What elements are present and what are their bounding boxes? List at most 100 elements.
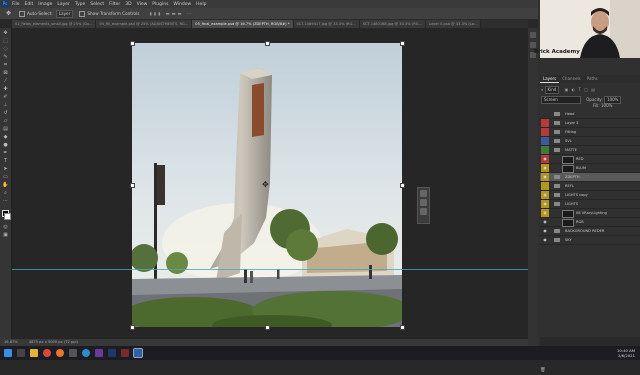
eye-hidden-icon[interactable] — [541, 182, 549, 190]
eye-icon[interactable]: ◉ — [541, 236, 549, 244]
history-brush-icon[interactable]: ↺ — [2, 110, 9, 116]
menu-edit[interactable]: Edit — [25, 2, 34, 7]
eye-icon[interactable]: ◉ — [541, 227, 549, 235]
transform-handle-br[interactable] — [400, 325, 405, 330]
pen-tool-icon[interactable]: ✒ — [2, 150, 9, 156]
layer-row[interactable]: ◉ LIGHTS — [540, 200, 640, 209]
layer-row[interactable]: MATTE — [540, 146, 640, 155]
layer-row[interactable]: ◉ RGB — [540, 218, 640, 227]
menu-layer[interactable]: Layer — [57, 2, 70, 7]
layer-row[interactable]: Fitting — [540, 128, 640, 137]
tab-paths[interactable]: Paths — [584, 75, 601, 83]
menu-3d[interactable]: 3D — [125, 2, 131, 7]
document-tab[interactable]: 05_final_example.psd @ 16.7% (ZDEPTH, RG… — [192, 20, 294, 28]
transform-handle-tm[interactable] — [265, 41, 270, 46]
menu-plugins[interactable]: Plugins — [152, 2, 168, 7]
properties-icon[interactable] — [530, 42, 536, 48]
transform-handle-bl[interactable] — [130, 325, 135, 330]
move-tool-icon[interactable]: ✥ — [2, 30, 9, 36]
shape-tool-icon[interactable]: ▭ — [2, 174, 9, 180]
menu-file[interactable]: File — [12, 2, 20, 7]
auto-select-checkbox[interactable] — [19, 10, 26, 17]
layer-row[interactable]: ◉ 08 VRaryLighting — [540, 209, 640, 218]
layer-filter-dropdown[interactable]: Kind — [544, 86, 560, 94]
menu-select[interactable]: Select — [90, 2, 104, 7]
history-icon[interactable] — [530, 32, 536, 38]
eyedropper-tool-icon[interactable]: ⁄ — [2, 78, 9, 84]
path-select-tool-icon[interactable]: ➤ — [2, 166, 9, 172]
eraser-tool-icon[interactable]: ▱ — [2, 118, 9, 124]
transform-controls-checkbox[interactable] — [79, 10, 86, 17]
marquee-tool-icon[interactable]: ⬚ — [2, 38, 9, 44]
eye-icon[interactable]: ◉ — [541, 218, 549, 226]
file-explorer-icon[interactable] — [30, 349, 38, 357]
photoshop-active-icon[interactable] — [133, 348, 143, 358]
layer-row[interactable]: ◉ SKY — [540, 236, 640, 245]
menu-help[interactable]: Help — [196, 2, 206, 7]
crop-tool-icon[interactable]: ⌗ — [2, 62, 9, 68]
move-tool-icon[interactable]: ✥ — [6, 10, 11, 17]
menu-filter[interactable]: Filter — [109, 2, 120, 7]
eye-hidden-icon[interactable] — [541, 146, 549, 154]
document-tab[interactable]: Layer 0.psb @ 33.3% (La... — [425, 20, 482, 28]
screen-mode-icon[interactable]: ▣ — [2, 232, 9, 238]
background-color-swatch[interactable] — [4, 213, 11, 220]
eye-hidden-icon[interactable] — [541, 128, 549, 136]
layer-row[interactable]: REFL — [540, 182, 640, 191]
quick-mask-icon[interactable]: ◎ — [2, 224, 9, 230]
layer-row[interactable]: ◉ LIGHTS copy — [540, 191, 640, 200]
layer-row[interactable]: ◉ BLUM — [540, 164, 640, 173]
tab-layers[interactable]: Layers — [540, 75, 560, 83]
photoshop-taskbar-icon[interactable] — [108, 349, 116, 357]
system-clock[interactable]: 10:40 AM 2/6/2021 — [617, 348, 635, 358]
frame-tool-icon[interactable]: ⊠ — [2, 70, 9, 76]
eye-icon[interactable]: ◉ — [541, 164, 549, 172]
panel-icon-2[interactable] — [420, 199, 427, 206]
eye-icon[interactable]: ◉ — [541, 173, 549, 181]
app-icon-2[interactable] — [95, 349, 103, 357]
panel-icon-1[interactable] — [420, 190, 427, 197]
menu-view[interactable]: View — [137, 2, 148, 7]
menu-image[interactable]: Image — [38, 2, 52, 7]
transform-handle-tr[interactable] — [400, 41, 405, 46]
auto-select-dropdown[interactable]: Layer — [55, 9, 74, 18]
align-icons[interactable]: ▮▮▮ ▬▬▬ ⋯ — [149, 11, 193, 16]
hand-tool-icon[interactable]: ✋ — [2, 182, 9, 188]
transform-handle-ml[interactable] — [130, 183, 135, 188]
transform-handle-bm[interactable] — [265, 325, 270, 330]
eye-icon[interactable]: ◉ — [541, 191, 549, 199]
layer-row[interactable]: ◉ BACKGROUND REDER — [540, 227, 640, 236]
filter-icons[interactable]: ▣ ◐ T ▢ ▤ — [565, 87, 596, 92]
eye-icon[interactable]: ◉ — [541, 209, 549, 217]
eye-icon[interactable]: ◉ — [541, 155, 549, 163]
chrome-icon[interactable] — [43, 349, 51, 357]
document-tab[interactable]: SCT-1480168.jpg @ 33.3% (RG... — [359, 20, 426, 28]
zoom-level[interactable]: 16.67% — [4, 340, 18, 344]
app-icon[interactable] — [69, 349, 77, 357]
layer-row[interactable]: ◉ ZDEPTH — [540, 173, 640, 182]
menu-type[interactable]: Type — [75, 2, 85, 7]
windows-start-icon[interactable] — [4, 349, 12, 357]
quick-select-tool-icon[interactable]: ✎ — [2, 54, 9, 60]
brush-tool-icon[interactable]: ✐ — [2, 94, 9, 100]
layer-row[interactable]: Head — [540, 110, 640, 119]
document-tab[interactable]: 04_fill_example.psd @ 25% (ADJUSTMENTS, … — [96, 20, 193, 28]
layer-row[interactable]: ◉ RED — [540, 155, 640, 164]
horizontal-guide[interactable] — [12, 269, 528, 270]
zoom-tool-icon[interactable]: ⌕ — [2, 190, 9, 196]
edge-icon[interactable] — [82, 349, 90, 357]
tab-channels[interactable]: Channels — [559, 75, 584, 83]
stamp-tool-icon[interactable]: ⊥ — [2, 102, 9, 108]
eye-icon[interactable]: ◉ — [541, 200, 549, 208]
eye-hidden-icon[interactable] — [541, 137, 549, 145]
menu-window[interactable]: Window — [173, 2, 191, 7]
eye-hidden-icon[interactable] — [541, 119, 549, 127]
firefox-icon[interactable] — [56, 349, 64, 357]
document-tab[interactable]: SCT-1089417.jpg @ 33.3% (RG... — [293, 20, 360, 28]
document-tab[interactable]: 01_fields_elements_small.jpg @ 25% (Gu..… — [12, 20, 97, 28]
gradient-tool-icon[interactable]: ▤ — [2, 126, 9, 132]
dodge-tool-icon[interactable]: ● — [2, 142, 9, 148]
transform-center-icon[interactable]: ✥ — [262, 180, 269, 189]
transform-handle-tl[interactable] — [130, 41, 135, 46]
taskbar-search-icon[interactable] — [17, 349, 25, 357]
